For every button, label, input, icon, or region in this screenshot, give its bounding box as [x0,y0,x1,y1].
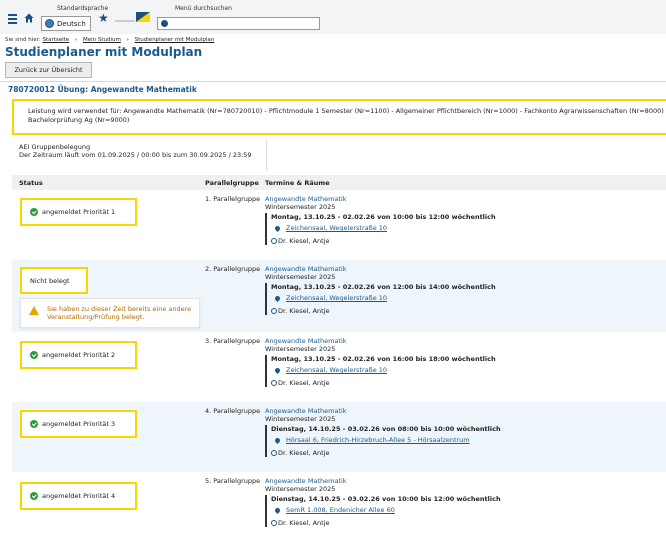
schedule-text: Montag, 13.10.25 - 02.02.26 von 12:00 bi… [271,282,496,291]
room-link[interactable]: Zeichensaal, Wegelerstraße 10 [286,294,387,302]
schedule-text: Montag, 13.10.25 - 02.02.26 von 16:00 bi… [271,354,496,363]
group-info-title: AEI Gruppenbelegung [19,143,91,151]
term-info: Angewandte Mathematik Wintersemester 202… [265,407,501,458]
favorites-bar [115,20,135,22]
hamburger-menu-icon[interactable] [8,14,17,24]
search-icon [161,20,168,27]
top-bar: Standardsprache Deutsch ★ Menü durchsuch… [0,0,666,34]
globe-icon [45,19,54,28]
parallel-group-label: 5. Parallelgruppe [205,477,261,485]
term-info: Angewandte Mathematik Wintersemester 202… [265,195,496,246]
room-link[interactable]: Hörsaal 6, Friedrich-Hirzebruch-Allee 5 … [286,436,470,444]
semester-label: Wintersemester 2025 [265,485,336,494]
semester-label: Wintersemester 2025 [265,345,336,354]
menu-search-input[interactable] [157,17,320,30]
chevron-right-icon: › [74,37,78,43]
language-value: Deutsch [57,19,86,28]
check-circle-icon [30,492,38,500]
clock-icon [271,449,277,456]
header-dates-rooms: Termine & Räume [265,179,330,187]
table-row: Nicht belegt Sie haben zu dieser Zeit be… [12,260,666,332]
location-pin-icon [273,224,282,233]
back-to-overview-button[interactable]: Zurück zur Übersicht [5,62,92,78]
table-header: Status Parallelgruppe Termine & Räume [12,175,666,190]
room-link[interactable]: Zeichensaal, Wegelerstraße 10 [286,366,387,374]
location-pin-icon [273,294,282,303]
status-badge: angemeldet Priorität 3 [20,410,137,438]
clock-icon [271,307,277,314]
breadcrumb-item-studienplaner[interactable]: Studienplaner mit Modulplan [135,37,215,43]
status-badge: angemeldet Priorität 4 [20,482,137,510]
table-row: angemeldet Priorität 4 5. Parallelgruppe… [12,472,666,548]
conflict-warning: Sie haben zu dieser Zeit bereits eine an… [20,298,200,328]
favorites-star-icon[interactable]: ★ [98,12,109,24]
table-row: angemeldet Priorität 1 1. Parallelgruppe… [12,190,666,260]
menu-search-label: Menü durchsuchen [175,5,232,12]
page-title: Studienplaner mit Modulplan [5,45,203,59]
lecturer-name: Dr. Kiesel, Antje [278,378,330,387]
header-parallel-group: Parallelgruppe [205,179,259,187]
term-info: Angewandte Mathematik Wintersemester 202… [265,265,496,316]
course-link[interactable]: Angewandte Mathematik [265,337,496,345]
lecturer-name: Dr. Kiesel, Antje [278,448,330,457]
room-link[interactable]: Zeichensaal, Wegelerstraße 10 [286,224,387,232]
group-registration-info: AEI Gruppenbelegung Der Zeitraum läuft v… [12,139,267,171]
lecturer-name: Dr. Kiesel, Antje [278,518,330,527]
lecturer-name: Dr. Kiesel, Antje [278,306,330,315]
header-status: Status [19,179,43,187]
event-title: 780720012 Übung: Angewandte Mathematik [8,85,197,94]
status-badge: angemeldet Priorität 2 [20,341,137,369]
chevron-right-icon: › [126,37,129,43]
lecturer-name: Dr. Kiesel, Antje [278,236,330,245]
breadcrumb-prefix: Sie sind hier: [5,37,41,43]
room-link[interactable]: SemR 1.008, Endenicher Allee 60 [286,506,395,514]
clock-icon [271,379,277,386]
check-circle-icon [30,420,38,428]
group-info-period: Der Zeitraum läuft vom 01.09.2025 / 00:0… [19,151,252,160]
schedule-text: Dienstag, 14.10.25 - 03.02.26 von 08:00 … [271,424,501,433]
usage-info-box: Leistung wird verwendet für: Angewandte … [12,99,666,135]
course-link[interactable]: Angewandte Mathematik [265,265,496,273]
clock-icon [271,237,277,244]
parallel-group-label: 1. Parallelgruppe [205,195,261,203]
schedule-text: Dienstag, 14.10.25 - 03.02.26 von 10:00 … [271,494,501,503]
check-circle-icon [30,208,38,216]
language-select[interactable]: Deutsch [41,16,91,31]
parallel-group-label: 3. Parallelgruppe [205,337,261,345]
parallel-group-label: 2. Parallelgruppe [205,265,261,273]
semester-label: Wintersemester 2025 [265,273,336,282]
course-link[interactable]: Angewandte Mathematik [265,477,501,485]
schedule-text: Montag, 13.10.25 - 02.02.26 von 10:00 bi… [271,212,496,221]
semester-label: Wintersemester 2025 [265,203,336,212]
location-pin-icon [273,506,282,515]
term-info: Angewandte Mathematik Wintersemester 202… [265,477,501,528]
table-row: angemeldet Priorität 3 4. Parallelgruppe… [12,402,666,472]
divider [0,81,666,82]
table-row: angemeldet Priorität 2 3. Parallelgruppe… [12,332,666,402]
parallel-group-label: 4. Parallelgruppe [205,407,261,415]
warning-icon [29,306,39,315]
status-badge: angemeldet Priorität 1 [20,198,137,226]
course-link[interactable]: Angewandte Mathematik [265,407,501,415]
status-badge: Nicht belegt [20,267,88,294]
check-circle-icon [30,351,38,359]
semester-label: Wintersemester 2025 [265,415,336,424]
breadcrumb-item-mein-studium[interactable]: Mein Studium [83,37,121,43]
location-pin-icon [273,436,282,445]
clock-icon [271,519,277,526]
breadcrumb-item-startseite[interactable]: Startseite [42,37,69,43]
breadcrumb: Sie sind hier: Startseite › Mein Studium… [5,37,214,43]
location-pin-icon [273,366,282,375]
term-info: Angewandte Mathematik Wintersemester 202… [265,337,496,388]
course-link[interactable]: Angewandte Mathematik [265,195,496,203]
university-logo-icon [136,12,150,22]
home-icon[interactable] [24,13,34,23]
